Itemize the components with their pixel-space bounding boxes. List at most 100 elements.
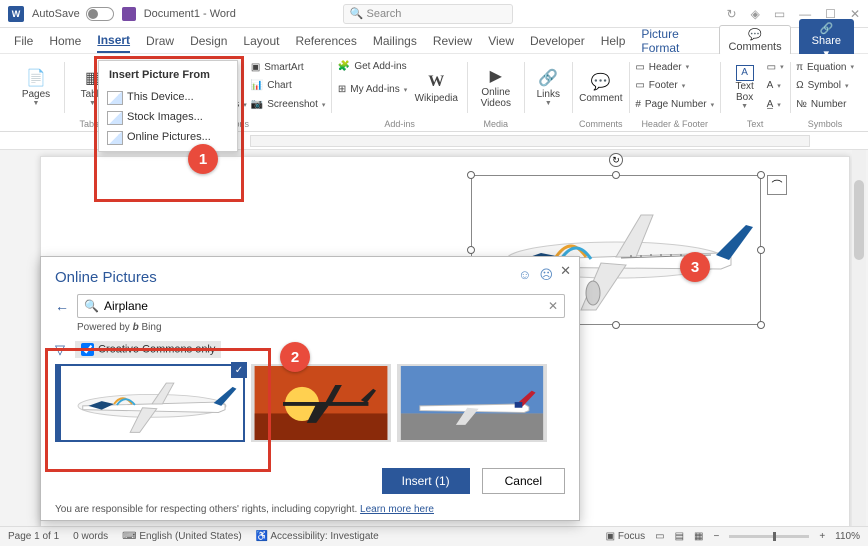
handle-se[interactable] [757,321,765,329]
page-number-button[interactable]: #Page Number ▾ [635,96,714,113]
badge-2: 2 [280,342,310,372]
my-addins-button[interactable]: ⊞My Add-ins ▾ [338,81,407,98]
pi-icon: π [796,62,803,73]
rotate-handle[interactable]: ↻ [609,153,623,167]
tab-draw[interactable]: Draw [146,30,174,52]
header-button[interactable]: ▭Header ▾ [635,59,714,76]
dropdown-this-device[interactable]: This Device... [99,87,237,107]
zoom-value[interactable]: 110% [835,531,860,542]
handle-e[interactable] [757,246,765,254]
view-read-icon[interactable]: ▭ [655,531,664,542]
links-button[interactable]: 🔗Links▼ [530,58,566,116]
learn-more-link[interactable]: Learn more here [360,504,434,515]
tab-design[interactable]: Design [190,30,227,52]
search-placeholder: Search [366,8,401,20]
header-icon: ▭ [635,62,644,73]
handle-ne[interactable] [757,171,765,179]
tab-insert[interactable]: Insert [97,29,130,53]
smartart-icon: ▣ [251,62,260,73]
status-accessibility[interactable]: ♿ Accessibility: Investigate [256,531,379,542]
pages-button[interactable]: 📄Pages▼ [14,58,58,116]
results: ✓ [55,364,565,454]
focus-button[interactable]: ▣ Focus [606,531,645,542]
ribbon-tabs: File Home Insert Draw Design Layout Refe… [0,28,868,54]
cc-only-checkbox[interactable]: Creative Commons only [75,341,221,358]
handle-n[interactable] [612,171,620,179]
feedback-icons: ☺ ☹ [518,267,553,283]
media-group-label: Media [484,116,509,131]
online-videos-button[interactable]: ▶Online Videos [474,58,518,116]
tab-home[interactable]: Home [49,30,81,52]
view-web-icon[interactable]: ▦ [694,531,703,542]
insert-button[interactable]: Insert (1) [382,468,470,494]
tab-help[interactable]: Help [601,30,626,52]
clear-icon[interactable]: ✕ [548,299,558,313]
back-arrow[interactable]: ← [55,298,69,314]
tab-developer[interactable]: Developer [530,30,585,52]
result-3[interactable] [397,364,547,442]
smartart-button[interactable]: ▣SmartArt [251,59,326,76]
copyright-notice: You are responsible for respecting other… [55,504,565,515]
screenshot-button[interactable]: 📷Screenshot ▾ [251,96,326,113]
footer-button[interactable]: ▭Footer ▾ [635,77,714,94]
tab-layout[interactable]: Layout [243,30,279,52]
search-field[interactable]: 🔍 ✕ [77,294,565,318]
frown-icon[interactable]: ☹ [539,267,553,283]
status-words[interactable]: 0 words [73,531,108,542]
drop-cap-button[interactable]: A̲ ▾ [767,96,784,113]
get-addins-button[interactable]: 🧩Get Add-ins [338,58,407,75]
autosave-label: AutoSave [32,8,80,20]
pages-icon: 📄 [25,67,47,89]
dialog-close-button[interactable]: ✕ [560,263,571,279]
handle-nw[interactable] [467,171,475,179]
save-icon[interactable] [122,7,136,21]
scrollbar-thumb[interactable] [854,180,864,260]
chart-button[interactable]: 📊Chart [251,77,326,94]
tab-references[interactable]: References [295,30,356,52]
status-bar: Page 1 of 1 0 words ⌨ English (United St… [0,526,868,546]
zoom-plus[interactable]: + [819,531,825,542]
status-lang[interactable]: ⌨ English (United States) [122,531,242,542]
result-2[interactable] [251,364,391,442]
dialog-title: Online Pictures [55,269,565,286]
store-icon: 🧩 [338,61,350,72]
filter-icon[interactable]: ▽ [55,342,65,358]
document-title: Document1 - Word [144,8,236,20]
vertical-scrollbar[interactable] [852,150,866,526]
cancel-button[interactable]: Cancel [482,468,565,494]
quick-parts-button[interactable]: ▭ ▾ [767,59,784,76]
title-search[interactable]: 🔍 Search [343,4,513,24]
tab-file[interactable]: File [14,30,33,52]
comments-button[interactable]: 💬 Comments [719,25,790,56]
status-page[interactable]: Page 1 of 1 [8,531,59,542]
text-group-label: Text [747,116,764,131]
autosave-toggle[interactable] [86,7,114,21]
handle-w[interactable] [467,246,475,254]
tab-view[interactable]: View [488,30,514,52]
dropdown-online-pictures[interactable]: Online Pictures... [99,127,237,147]
chart-icon: 📊 [251,80,263,91]
tab-mailings[interactable]: Mailings [373,30,417,52]
text-box-button[interactable]: AText Box▼ [727,58,763,116]
comment-button[interactable]: 💬Comment [579,58,623,116]
handle-s[interactable] [612,321,620,329]
addins-group-label: Add-ins [384,116,415,131]
symbol-button: ΩSymbol ▾ [796,77,854,94]
result-1[interactable]: ✓ [55,364,245,442]
layout-options-button[interactable]: ⌒ [767,175,787,195]
comments-group-label: Comments [579,116,623,131]
wikipedia-button[interactable]: WWikipedia [411,58,461,116]
badge-1: 1 [188,144,218,174]
smile-icon[interactable]: ☺ [518,267,531,283]
wordart-button[interactable]: A ▾ [767,77,784,94]
tab-review[interactable]: Review [433,30,472,52]
dropdown-stock-images[interactable]: Stock Images... [99,107,237,127]
view-print-icon[interactable]: ▤ [675,531,684,542]
badge-3: 3 [680,252,710,282]
search-input[interactable] [104,299,548,313]
dropdown-title: Insert Picture From [99,65,237,87]
zo084-minus[interactable]: − [713,531,719,542]
zoom-slider[interactable] [729,535,809,538]
word-icon: W [8,6,24,22]
online-pictures-dialog: ✕ ☺ ☹ Online Pictures ← 🔍 ✕ Powered by b… [40,256,580,521]
